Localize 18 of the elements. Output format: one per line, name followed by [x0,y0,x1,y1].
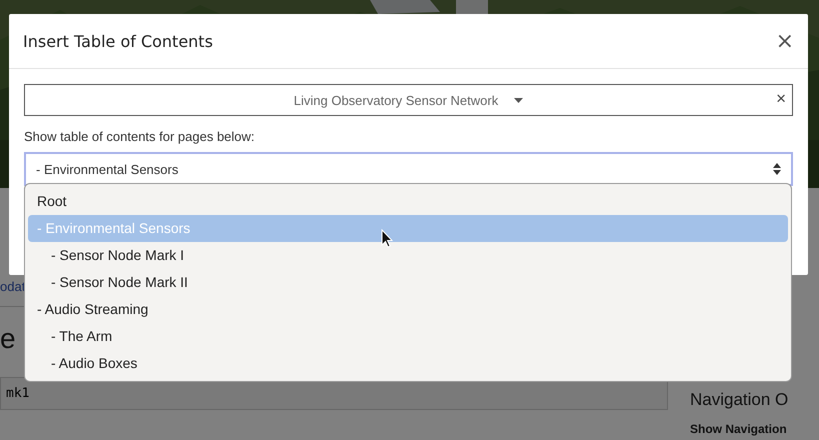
clear-button[interactable]: × [776,90,786,108]
sidebar-heading: Navigation O [690,390,788,410]
caret-icon [514,98,524,102]
cursor-icon [381,229,393,248]
sort-arrows-icon [773,163,781,175]
field-label: Show table of contents for pages below: [24,129,256,144]
dropdown-option[interactable]: - Sensor Node Mark I [28,242,788,269]
dropdown-option[interactable]: - Sensor Node Mark II [28,269,788,296]
close-button[interactable]: × [776,28,794,54]
sidebar-label: Show Navigation [690,422,787,436]
dropdown-option[interactable]: - The Arm [28,323,788,350]
dialog-title: Insert Table of Contents [23,32,213,50]
dropdown-option[interactable]: - Audio Streaming [28,296,788,323]
dropdown-option[interactable]: Root [28,188,788,215]
dropdown-option[interactable]: - Audio Boxes [28,350,788,377]
page-heading: e [0,323,16,354]
link[interactable]: odat [0,279,26,294]
site-select[interactable]: Living Observatory Sensor Network × [24,84,793,116]
